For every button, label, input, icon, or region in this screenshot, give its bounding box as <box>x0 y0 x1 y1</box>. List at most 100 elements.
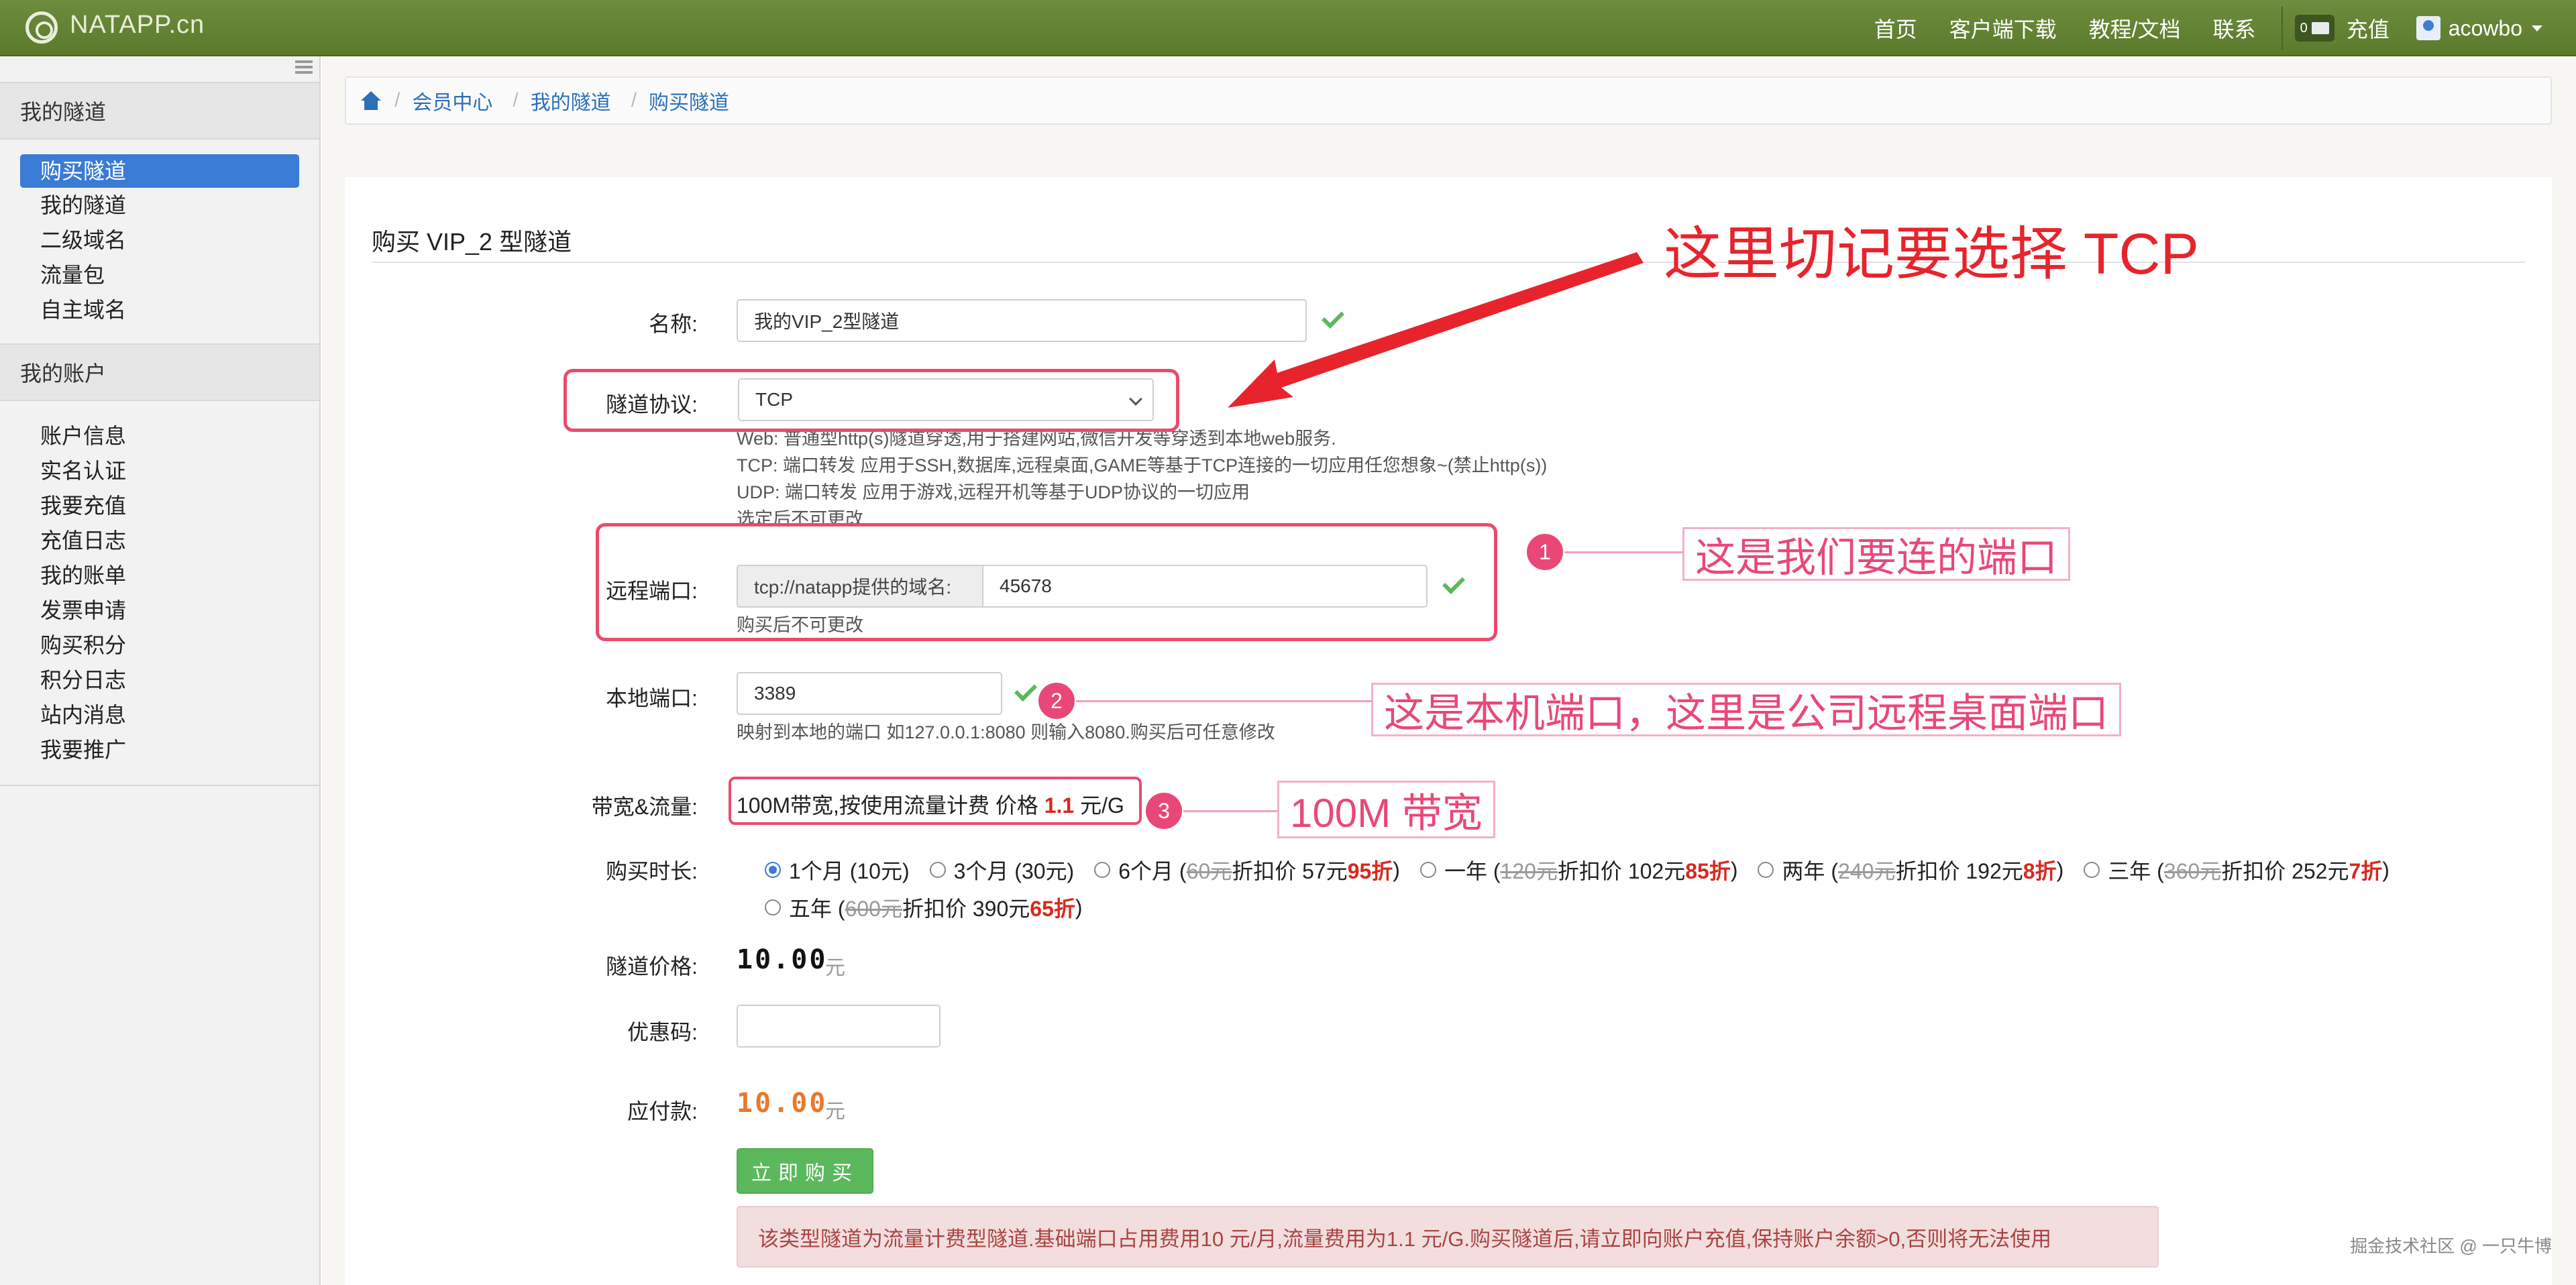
envelope-icon <box>2311 22 2329 34</box>
duration-option-3-years[interactable]: 三年 (360元 折扣价 252元 7折) <box>2084 854 2390 885</box>
tunnel-price-label: 隧道价格: <box>606 954 698 979</box>
breadcrumb-separator: / <box>631 89 637 111</box>
sidebar-item-traffic-pack[interactable]: 流量包 <box>0 258 319 292</box>
annotation-connector <box>1183 810 1277 812</box>
original-price: 600元 <box>845 897 902 921</box>
chevron-down-icon[interactable] <box>2532 25 2542 32</box>
sidebar-divider <box>0 785 319 786</box>
duration-option-label: 五年 ( <box>789 897 845 921</box>
natapp-logo-icon[interactable] <box>25 11 58 44</box>
sidebar-item-buy-points[interactable]: 购买积分 <box>0 628 319 663</box>
breadcrumb: / 会员中心 / 我的隧道 / 购买隧道 <box>345 76 2552 125</box>
nav-link-contact[interactable]: 联系 <box>2213 13 2256 44</box>
coupon-input[interactable] <box>737 1005 941 1048</box>
breadcrumb-member-center[interactable]: 会员中心 <box>412 86 492 115</box>
sidebar-item-bills[interactable]: 我的账单 <box>0 558 319 593</box>
radio-icon[interactable] <box>1094 862 1111 878</box>
sidebar-item-custom-domain[interactable]: 自主域名 <box>0 292 319 327</box>
sidebar-item-buy-tunnel[interactable]: 购买隧道 <box>20 154 299 188</box>
radio-icon[interactable] <box>2084 862 2100 878</box>
discount-price: 折扣价 102元 <box>1557 859 1686 883</box>
nav-link-download[interactable]: 客户端下载 <box>1949 13 2057 44</box>
annotation-marker-1: 1 <box>1527 534 1563 570</box>
radio-icon[interactable] <box>1758 862 1774 878</box>
billing-alert: 该类型隧道为流量计费型隧道.基础端口占用费用10 元/月,流量费用为1.1 元/… <box>737 1206 2159 1268</box>
close-paren: ) <box>1075 895 1083 919</box>
annotation-note-1: 这是我们要连的端口 <box>1682 527 2070 581</box>
sidebar-heading-account[interactable]: 我的账户 <box>0 343 319 401</box>
radio-icon[interactable] <box>1419 862 1436 878</box>
local-port-input[interactable]: 3389 <box>737 672 1002 715</box>
discount-price: 折扣价 390元 <box>902 897 1030 921</box>
discount-rate: 85折 <box>1685 859 1731 883</box>
sidebar-item-referral[interactable]: 我要推广 <box>0 732 319 767</box>
close-paren: ) <box>2382 857 2390 882</box>
breadcrumb-buy-tunnel[interactable]: 购买隧道 <box>649 86 729 115</box>
message-count: 0 <box>2300 20 2308 36</box>
annotation-arrow <box>1228 252 1644 408</box>
sidebar-list-tunnels: 购买隧道 我的隧道 二级域名 流量包 自主域名 <box>0 139 319 343</box>
duration-option-2-years[interactable]: 两年 (240元 折扣价 192元 8折) <box>1758 854 2063 885</box>
duration-option-3-months[interactable]: 3个月 (30元) <box>929 854 1074 885</box>
duration-option-label: 1个月 (10元) <box>789 859 910 883</box>
duration-option-label: 一年 ( <box>1444 859 1501 883</box>
close-paren: ) <box>1730 857 1738 882</box>
nav-link-docs[interactable]: 教程/文档 <box>2089 13 2181 44</box>
home-icon[interactable] <box>361 91 381 110</box>
discount-price: 折扣价 57元 <box>1232 859 1348 883</box>
sidebar-item-verification[interactable]: 实名认证 <box>0 453 319 488</box>
sidebar-item-messages[interactable]: 站内消息 <box>0 697 319 732</box>
sidebar-heading-tunnels[interactable]: 我的隧道 <box>0 82 319 139</box>
message-badge[interactable]: 0 <box>2294 15 2334 42</box>
duration-option-6-months[interactable]: 6个月 (60元 折扣价 57元 95折) <box>1094 854 1400 885</box>
original-price: 60元 <box>1186 859 1232 883</box>
radio-icon[interactable] <box>765 899 781 915</box>
sidebar-item-account-info[interactable]: 账户信息 <box>0 418 319 453</box>
discount-rate: 95折 <box>1347 859 1393 883</box>
name-label: 名称: <box>649 312 698 336</box>
duration-option-label: 两年 ( <box>1782 859 1839 883</box>
protocol-help-udp: UDP: 端口转发 应用于游戏,远程开机等基于UDP协议的一切应用 <box>737 482 1250 502</box>
payable-label: 应付款: <box>627 1099 698 1123</box>
sidebar-item-recharge-log[interactable]: 充值日志 <box>0 523 319 558</box>
discount-rate: 7折 <box>2349 859 2383 883</box>
sidebar-item-subdomain[interactable]: 二级域名 <box>0 223 319 258</box>
sidebar-item-invoice[interactable]: 发票申请 <box>0 593 319 628</box>
annotation-box-protocol <box>564 369 1179 432</box>
buy-now-button[interactable]: 立即购买 <box>737 1148 873 1194</box>
sidebar-list-account: 账户信息 实名认证 我要充值 充值日志 我的账单 发票申请 购买积分 积分日志 … <box>0 401 319 783</box>
radio-icon[interactable] <box>929 862 946 878</box>
annotation-marker-3: 3 <box>1146 793 1182 829</box>
local-port-help: 映射到本地的端口 如127.0.0.1:8080 则输入8080.购买后可任意修… <box>737 722 1275 742</box>
protocol-help-tcp: TCP: 端口转发 应用于SSH,数据库,远程桌面,GAME等基于TCP连接的一… <box>737 455 1548 476</box>
annotation-note-2: 这是本机端口，这里是公司远程桌面端口 <box>1371 683 2121 736</box>
username-menu[interactable]: acowbo <box>2449 16 2522 41</box>
duration-option-1-month[interactable]: 1个月 (10元) <box>765 854 910 885</box>
breadcrumb-separator: / <box>513 89 519 111</box>
duration-label: 购买时长: <box>606 859 698 883</box>
duration-options-row1: 1个月 (10元) 3个月 (30元) 6个月 (60元 折扣价 57元 95折… <box>765 854 2390 885</box>
duration-option-5-years[interactable]: 五年 (600元 折扣价 390元 65折) <box>765 892 1083 923</box>
watermark: 掘金技术社区 @ 一只牛博 <box>2350 1236 2552 1256</box>
recharge-link[interactable]: 充值 <box>2347 13 2390 44</box>
user-avatar-icon[interactable] <box>2416 16 2440 40</box>
price-unit: 元 <box>825 1101 845 1123</box>
duration-options-row2: 五年 (600元 折扣价 390元 65折) <box>765 892 1103 923</box>
discount-rate: 65折 <box>1030 897 1075 921</box>
sidebar-collapse-icon[interactable] <box>295 60 313 74</box>
annotation-marker-2: 2 <box>1038 683 1075 719</box>
duration-option-1-year[interactable]: 一年 (120元 折扣价 102元 85折) <box>1419 854 1738 885</box>
original-price: 120元 <box>1500 859 1558 883</box>
arrow-icon <box>1228 252 1644 408</box>
sidebar-item-points-log[interactable]: 积分日志 <box>0 663 319 697</box>
nav-link-home[interactable]: 首页 <box>1874 13 1917 44</box>
breadcrumb-my-tunnels[interactable]: 我的隧道 <box>531 86 611 115</box>
sidebar-item-recharge[interactable]: 我要充值 <box>0 488 319 523</box>
nav-links: 首页 客户端下载 教程/文档 联系 0 充值 acowbo <box>1874 0 2576 56</box>
sidebar-item-my-tunnels[interactable]: 我的隧道 <box>0 188 319 223</box>
radio-selected-icon[interactable] <box>765 862 781 878</box>
annotation-box-remote-port <box>596 523 1497 641</box>
brand-name[interactable]: NATAPP.cn <box>70 11 205 40</box>
annotation-box-bandwidth <box>729 777 1142 825</box>
annotation-connector <box>1076 700 1371 702</box>
